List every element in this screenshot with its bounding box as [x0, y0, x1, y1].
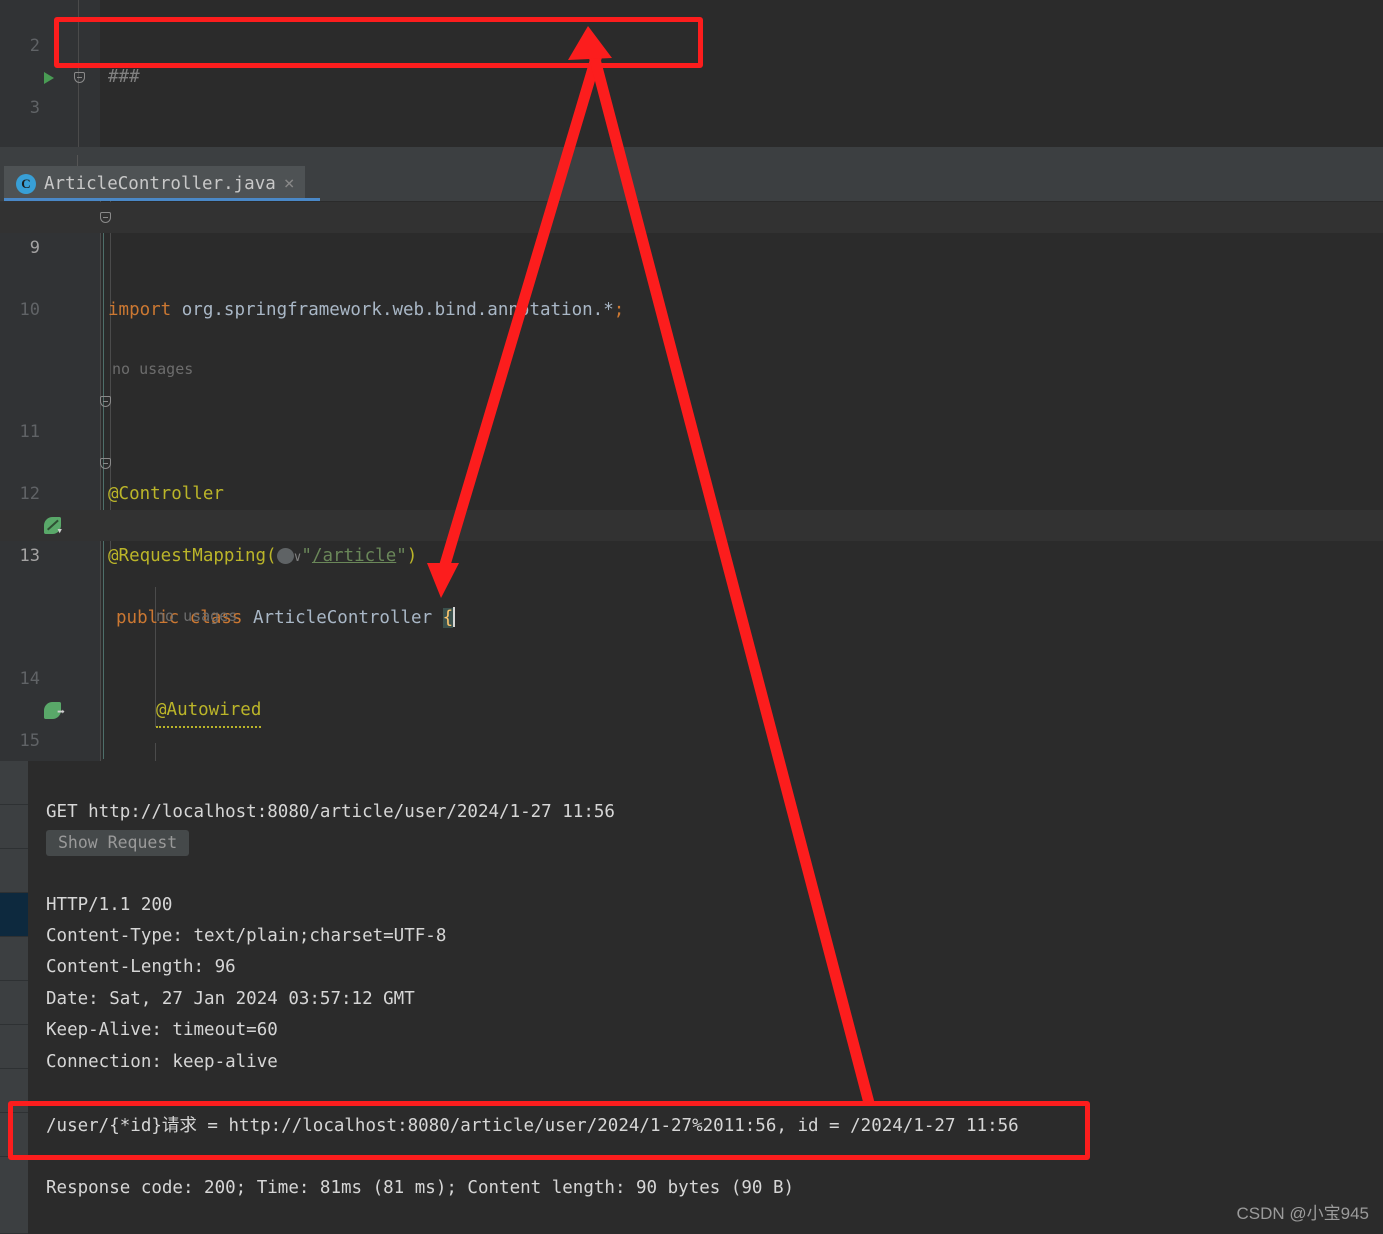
line-content: import org.springframework.web.bind.anno… [108, 295, 624, 326]
spring-bean-icon[interactable]: ▾ [44, 517, 63, 536]
line-number: 15 [19, 731, 40, 751]
code-line[interactable]: 12 @RequestMapping(∨"/article") [0, 448, 1383, 566]
usages-hint: no usages [112, 360, 194, 378]
tab-label: ArticleController.java [44, 173, 276, 194]
line-number: 12 [19, 484, 40, 504]
token-class-name: ArticleController [253, 608, 433, 628]
close-icon[interactable]: × [284, 174, 295, 193]
response-content[interactable]: GET http://localhost:8080/article/user/2… [28, 761, 1383, 1234]
code-line[interactable]: 2 ### [0, 0, 1383, 87]
http-response-panel[interactable]: GET http://localhost:8080/article/user/2… [0, 761, 1383, 1234]
token-quote: " [396, 546, 407, 566]
tab-article-controller[interactable]: C ArticleController.java × [4, 166, 305, 201]
response-status-line: HTTP/1.1 200 [46, 895, 173, 915]
token-keyword: import [108, 300, 172, 320]
line-number: 11 [19, 422, 40, 442]
sidebar-cell[interactable] [0, 1069, 28, 1113]
token-package: org.springframework.web.bind.annotation. [181, 300, 604, 320]
fold-marker-icon[interactable] [74, 72, 85, 83]
response-header: Content-Type: text/plain;charset=UTF-8 [46, 926, 447, 946]
sidebar-cell[interactable] [0, 805, 28, 849]
show-request-button[interactable]: Show Request [46, 830, 190, 856]
token-star: * [603, 300, 614, 320]
response-header: Date: Sat, 27 Jan 2024 03:57:12 GMT [46, 989, 415, 1009]
inlay-hint-row: no usages [0, 327, 1383, 378]
token-annotation: @RequestMapping( [108, 546, 277, 566]
response-footer-stats: Response code: 200; Time: 81ms (81 ms); … [46, 1178, 795, 1198]
code-line[interactable]: 9 import org.springframework.web.bind.an… [0, 202, 1383, 320]
token-paren: ) [406, 546, 418, 566]
sidebar-cell[interactable] [0, 761, 28, 805]
sidebar-cell-selected[interactable] [0, 893, 28, 937]
usages-hint: no usages [156, 607, 238, 625]
spring-bean-navigate-icon[interactable]: ➡ [44, 702, 65, 719]
fold-marker-icon[interactable] [100, 396, 111, 407]
globe-icon[interactable] [276, 548, 294, 564]
line-content: @RequestMapping(∨"/article") [108, 541, 417, 573]
sidebar-cell[interactable] [0, 849, 28, 893]
token-semicolon: ; [613, 300, 625, 320]
csdn-watermark: CSDN @小宝945 [1236, 1204, 1369, 1223]
line-number: 2 [29, 36, 40, 56]
response-header: Connection: keep-alive [46, 1052, 278, 1072]
java-class-icon: C [16, 173, 36, 194]
line-number: 13 [19, 546, 40, 566]
run-request-icon[interactable] [44, 72, 54, 84]
fold-marker-icon[interactable] [100, 458, 111, 469]
token-quote: " [301, 546, 312, 566]
java-code-editor[interactable]: 9 import org.springframework.web.bind.an… [0, 201, 1383, 1234]
code-line[interactable]: 15 ➡ private ArticleServiceIntel article… [0, 695, 1383, 813]
response-header: Keep-Alive: timeout=60 [46, 1020, 278, 1040]
code-line-current[interactable]: 13 ▾ public class ArticleController { [0, 510, 1383, 628]
code-line[interactable]: 14 @Autowired [0, 633, 1383, 728]
response-body-text: /user/{*id}请求 = http://localhost:8080/ar… [46, 1116, 1019, 1136]
line-number: 9 [29, 238, 40, 258]
token-mapping-path[interactable]: /article [312, 546, 396, 566]
line-number: 3 [29, 98, 40, 118]
inlay-hint-row: no usages [0, 574, 1383, 625]
code-line[interactable]: 11 @Controller [0, 386, 1383, 504]
sidebar-cell[interactable] [0, 981, 28, 1025]
response-request-line: GET http://localhost:8080/article/user/2… [46, 802, 615, 822]
response-sidebar[interactable] [0, 761, 28, 1234]
sidebar-cell[interactable] [0, 1025, 28, 1069]
http-request-editor[interactable]: 2 ### 3 GET http://localhost:8080/articl… [0, 0, 1383, 304]
sidebar-cell[interactable] [0, 937, 28, 981]
response-header: Content-Length: 96 [46, 957, 236, 977]
line-number: 14 [19, 669, 40, 689]
editor-tab-bar[interactable]: C ArticleController.java × [0, 155, 1383, 201]
sidebar-cell[interactable] [0, 1157, 28, 1234]
line-number: 10 [19, 300, 40, 320]
editor-bottom-strip [0, 147, 1383, 155]
code-line[interactable]: 3 GET http://localhost:8080/article/user… [0, 62, 1383, 211]
token-brace: { [442, 608, 454, 628]
fold-marker-icon[interactable] [100, 212, 111, 223]
sidebar-cell[interactable] [0, 1113, 28, 1157]
text-caret [453, 607, 456, 627]
token-annotation: @Controller [108, 484, 224, 504]
code-line[interactable]: 10 [0, 264, 1383, 320]
